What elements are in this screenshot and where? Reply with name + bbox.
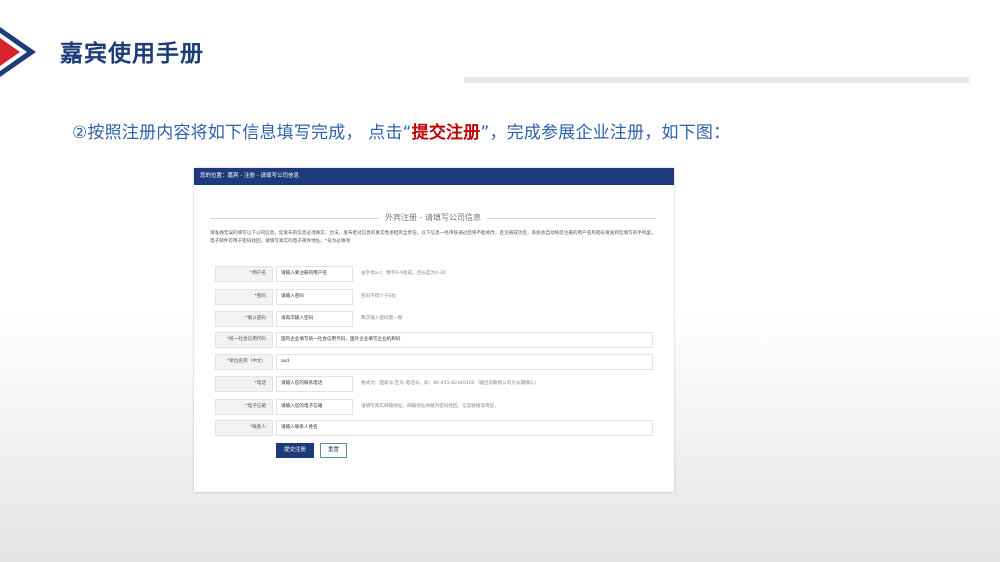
phone-input[interactable]: 请输入您的联系电话 [276, 376, 353, 392]
contact-input[interactable]: 请输入联系人姓名 [276, 420, 653, 436]
credit-code-input[interactable]: 国内企业填写统一社会信用代码，国外企业填写企业机构码 [276, 332, 653, 348]
field-hint: 两次输入密码需一致 [361, 316, 403, 321]
field-label: *电话 [215, 376, 273, 392]
breadcrumb: 您的位置：嘉宾 - 注册 - 请填写公司信息 [194, 168, 674, 185]
instruction-after: ”，完成参展企业注册，如下图： [480, 123, 731, 143]
company-name-input[interactable]: asd [276, 354, 653, 370]
field-hint: 密码不得少于6位 [361, 294, 397, 299]
form-title: 外宾注册 - 请填写公司信息 [379, 213, 487, 223]
confirm-password-input[interactable]: 请再次输入密码 [276, 311, 353, 327]
submit-registration-button[interactable]: 提交注册 [276, 443, 314, 458]
field-hint: 由字母a-z、数字0-9组成，且长度为4-30 [361, 271, 446, 276]
registration-screenshot: 您的位置：嘉宾 - 注册 - 请填写公司信息 外宾注册 - 请填写公司信息 请准… [194, 168, 674, 492]
field-label: *单位名称（中文） [215, 354, 273, 370]
field-label: *确认密码 [215, 311, 273, 327]
corner-triangle-decoration [0, 27, 36, 77]
reset-button[interactable]: 重置 [320, 443, 347, 458]
field-label: *用户名 [215, 266, 273, 282]
instruction-text: ②按照注册内容将如下信息填写完成， 点击“提交注册”，完成参展企业注册，如下图： [72, 118, 730, 143]
username-input[interactable]: 请输入要注册的用户名 [276, 266, 353, 282]
title-underline-bar [464, 77, 969, 83]
field-hint: 格式为：国家号-区号-电话号，如：86-451-82340100（输出前确保公司… [361, 381, 539, 386]
form-title-divider: 外宾注册 - 请填写公司信息 [210, 213, 656, 223]
field-label: *电子信箱 [215, 399, 273, 415]
password-input[interactable]: 请输入密码 [276, 289, 353, 305]
instruction-before: ②按照注册内容将如下信息填写完成， 点击“ [72, 123, 412, 143]
slide-title: 嘉宾使用手册 [60, 41, 204, 67]
instruction-highlight: 提交注册 [411, 123, 481, 143]
email-input[interactable]: 请输入您的电子信箱 [276, 399, 353, 415]
field-label: *联系人 [215, 420, 273, 436]
field-hint: 请填写真实邮箱地址，邮箱地址将做为密码找回，信息联络等用途。 [361, 404, 499, 409]
field-label: *密码 [215, 289, 273, 305]
form-intro-text: 请准确无误的填写以下公司信息，您发布的信息必须真实、合法，发布者对信息的真实性承… [210, 231, 656, 244]
field-label: *统一社会信用代码 [215, 332, 273, 348]
